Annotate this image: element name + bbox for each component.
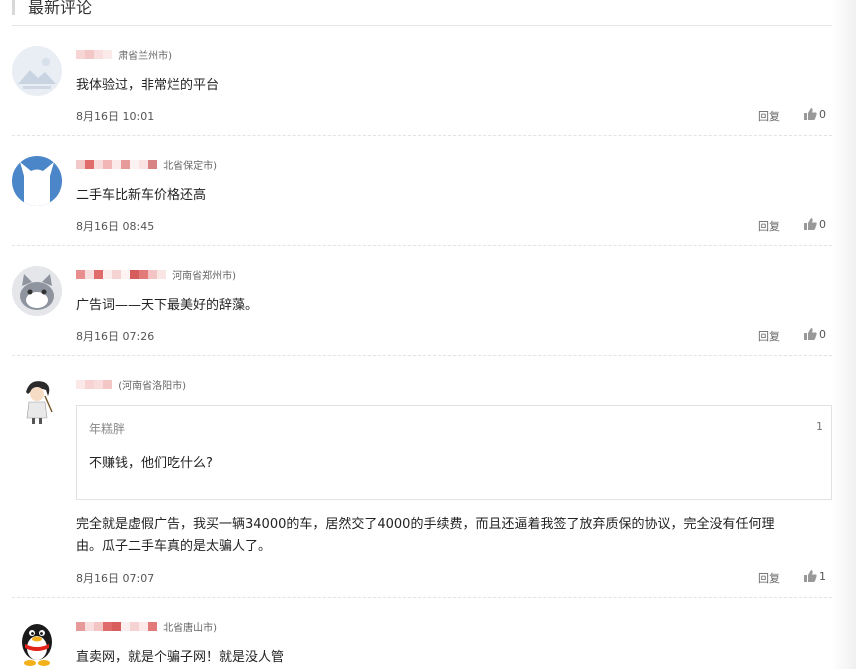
thumbs-up-icon xyxy=(804,570,817,582)
comment-footer: 8月16日 08:45 回复 0 xyxy=(76,218,832,234)
quote-floor-number: 1 xyxy=(816,420,823,433)
blue-cat-icon[interactable] xyxy=(12,156,62,206)
comment-footer: 8月16日 07:26 回复 0 xyxy=(76,328,832,344)
comment-footer: 8月16日 07:07 回复 1 xyxy=(76,570,832,586)
username-redacted xyxy=(76,270,166,279)
thumbs-up-icon xyxy=(804,328,817,340)
comment-text: 广告词——天下最美好的辞藻。 xyxy=(76,298,259,313)
comment-separator xyxy=(12,597,832,598)
edge-shadow xyxy=(832,0,856,669)
comment-location: 北省唐山市) xyxy=(163,623,218,634)
comment-item: (河南省洛阳市) 年糕胖 1 不赚钱，他们吃什么? 完全就是虚假广告，我买一辆3… xyxy=(12,376,832,598)
comment-date: 8月16日 07:26 xyxy=(76,330,155,343)
comment-text: 我体验过，非常烂的平台 xyxy=(76,78,220,93)
qq-penguin-icon[interactable] xyxy=(12,618,62,668)
like-count: 0 xyxy=(819,108,826,121)
like-button[interactable]: 0 xyxy=(804,328,826,341)
quote-text: 不赚钱，他们吃什么? xyxy=(89,456,213,471)
section-title: 最新评论 xyxy=(28,0,93,17)
section-header: 最新评论 xyxy=(12,0,832,26)
comment-meta: 北省保定市) xyxy=(76,157,218,172)
like-button[interactable]: 0 xyxy=(804,108,826,121)
comment-meta: 肃省兰州市) xyxy=(76,47,173,62)
comment-location: 河南省郑州市) xyxy=(172,271,237,282)
like-button[interactable]: 0 xyxy=(804,218,826,231)
username-redacted xyxy=(76,622,157,631)
reply-button[interactable]: 回复 xyxy=(758,218,780,234)
reply-button[interactable]: 回复 xyxy=(758,328,780,344)
comment-location: 北省保定市) xyxy=(163,161,218,172)
like-count: 0 xyxy=(819,328,826,341)
comment-text-line: 完全就是虚假广告，我买一辆34000的车，居然交了4000的手续费，而且还逼着我… xyxy=(76,517,775,532)
quote-author[interactable]: 年糕胖 xyxy=(89,420,125,437)
reply-button[interactable]: 回复 xyxy=(758,108,780,124)
comment-item: 肃省兰州市) 我体验过，非常烂的平台 8月16日 10:01 回复 0 xyxy=(12,46,832,136)
like-button[interactable]: 1 xyxy=(804,570,826,583)
username-redacted xyxy=(76,50,112,59)
gray-cat-icon[interactable] xyxy=(12,266,62,316)
quoted-comment: 年糕胖 1 不赚钱，他们吃什么? xyxy=(76,405,832,500)
thumbs-up-icon xyxy=(804,108,817,120)
like-count: 0 xyxy=(819,218,826,231)
comment-text: 直卖网，就是个骗子网！就是没人管 xyxy=(76,650,285,665)
comment-text: 完全就是虚假广告，我买一辆34000的车，居然交了4000的手续费，而且还逼着我… xyxy=(76,514,774,558)
comment-meta: 河南省郑州市) xyxy=(76,267,237,282)
comment-meta: 北省唐山市) xyxy=(76,619,218,634)
comment-location: 肃省兰州市) xyxy=(118,51,173,62)
header-accent-bar xyxy=(12,0,15,15)
comment-item: 河南省郑州市) 广告词——天下最美好的辞藻。 8月16日 07:26 回复 0 xyxy=(12,266,832,356)
landscape-placeholder-icon[interactable] xyxy=(12,46,62,96)
cartoon-character-icon[interactable] xyxy=(12,376,62,426)
comment-item: 北省保定市) 二手车比新车价格还高 8月16日 08:45 回复 0 xyxy=(12,156,832,246)
comment-date: 8月16日 07:07 xyxy=(76,572,155,585)
like-count: 1 xyxy=(819,570,826,583)
comment-footer: 8月16日 10:01 回复 0 xyxy=(76,108,832,124)
username-redacted xyxy=(76,160,157,169)
comment-separator xyxy=(12,355,832,356)
comment-text-line: 由。瓜子二手车真的是太骗人了。 xyxy=(76,539,272,554)
thumbs-up-icon xyxy=(804,218,817,230)
comment-text: 二手车比新车价格还高 xyxy=(76,188,207,203)
comment-separator xyxy=(12,135,832,136)
comment-item: 北省唐山市) 直卖网，就是个骗子网！就是没人管 xyxy=(12,618,832,669)
reply-button[interactable]: 回复 xyxy=(758,570,780,586)
username-redacted xyxy=(76,380,112,389)
comment-meta: (河南省洛阳市) xyxy=(76,377,186,392)
comment-date: 8月16日 10:01 xyxy=(76,110,155,123)
comment-date: 8月16日 08:45 xyxy=(76,220,155,233)
comment-separator xyxy=(12,245,832,246)
comment-location: (河南省洛阳市) xyxy=(118,381,186,392)
